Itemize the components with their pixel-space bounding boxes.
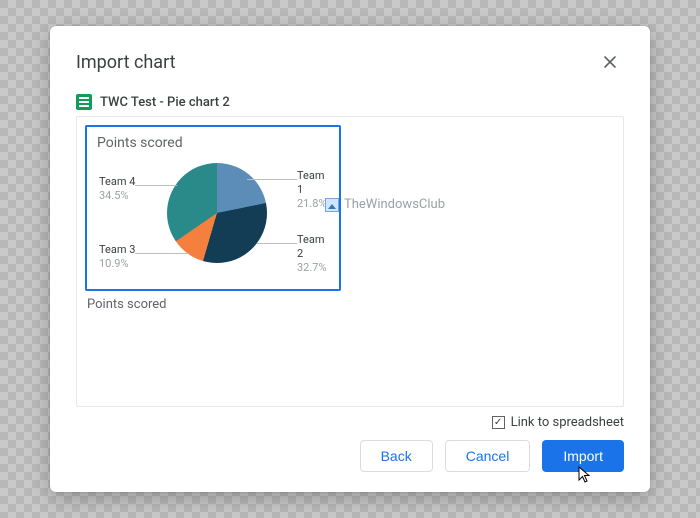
chart-thumbnail[interactable]: Points scored Team 1 21.8% Team 2 32.7% [85,125,341,291]
dialog-footer: ✓ Link to spreadsheet Back Cancel Import [76,407,624,472]
pie-chart [167,163,267,263]
mouse-cursor-icon [578,466,592,484]
watermark-icon [325,198,339,212]
close-button[interactable] [596,48,624,76]
import-chart-dialog: Import chart TWC Test - Pie chart 2 Poin… [50,26,650,492]
cancel-button[interactable]: Cancel [445,440,531,472]
watermark: TheWindowsClub [325,197,445,212]
checkbox-label: Link to spreadsheet [511,415,624,430]
chart-body: Team 1 21.8% Team 2 32.7% Team 3 10.9% T… [97,155,329,283]
chart-title: Points scored [97,135,329,151]
watermark-text: TheWindowsClub [344,197,445,212]
source-row: TWC Test - Pie chart 2 [76,94,624,110]
chart-caption: Points scored [85,297,615,312]
sheets-icon [76,94,92,110]
chart-picker-area: Points scored Team 1 21.8% Team 2 32.7% [76,116,624,407]
slice-label-team-3: Team 3 10.9% [99,243,135,271]
slice-label-team-4: Team 4 34.5% [99,175,135,203]
leader-line [247,179,297,180]
checkbox-icon: ✓ [492,416,505,429]
leader-line [257,243,297,244]
close-icon [602,54,618,70]
dialog-title: Import chart [76,52,176,73]
back-button[interactable]: Back [360,440,433,472]
leader-line [135,253,189,254]
link-to-spreadsheet-checkbox[interactable]: ✓ Link to spreadsheet [492,415,624,430]
slice-label-team-2: Team 2 32.7% [297,233,329,274]
source-doc-title: TWC Test - Pie chart 2 [100,95,230,110]
dialog-header: Import chart [76,48,624,76]
leader-line [135,185,177,186]
